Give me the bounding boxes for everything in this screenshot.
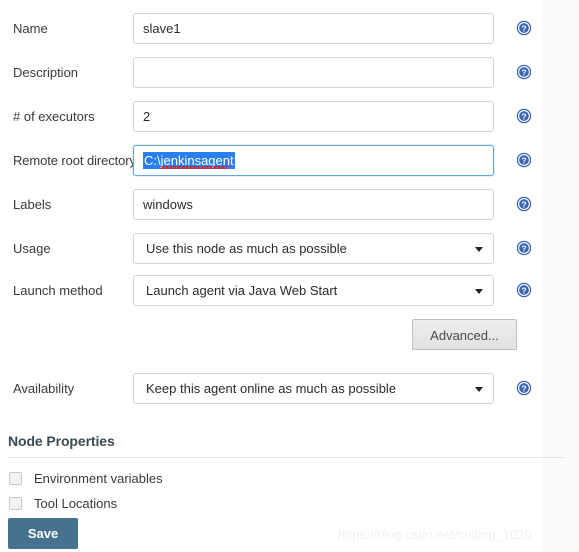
executors-input[interactable]: [133, 101, 494, 132]
help-icon-usage[interactable]: ?: [516, 240, 532, 256]
field-wrapper-labels: [133, 189, 494, 220]
field-wrapper-launch-method: Launch agent via Java Web Start: [133, 275, 494, 306]
field-wrapper-description: [133, 57, 494, 88]
svg-text:?: ?: [521, 111, 526, 121]
watermark-text: https://blog.csdn.net/cuiting_1020: [338, 527, 532, 542]
environment-variables-checkbox[interactable]: [9, 472, 22, 485]
name-input[interactable]: [133, 13, 494, 44]
form-row-labels: Labels: [0, 189, 543, 220]
save-button[interactable]: Save: [8, 518, 78, 549]
field-wrapper-remote-root-directory: C:\jenkinsagent: [133, 145, 494, 176]
form-row-launch-method: Launch method Launch agent via Java Web …: [0, 275, 543, 306]
form-row-executors: # of executors: [0, 101, 543, 132]
help-icon-remote-root-directory[interactable]: ?: [516, 152, 532, 168]
help-icon-availability[interactable]: ?: [516, 380, 532, 396]
advanced-button[interactable]: Advanced...: [412, 319, 517, 350]
field-wrapper-availability: Keep this agent online as much as possib…: [133, 373, 494, 404]
section-divider: [8, 457, 565, 458]
label-launch-method: Launch method: [13, 282, 103, 298]
help-icon-executors[interactable]: ?: [516, 108, 532, 124]
svg-text:?: ?: [521, 383, 526, 393]
label-description: Description: [13, 64, 79, 80]
checkbox-row-environment-variables[interactable]: Environment variables: [9, 471, 163, 486]
label-remote-root-directory: Remote root directory: [13, 152, 136, 168]
tool-locations-checkbox[interactable]: [9, 497, 22, 510]
svg-text:?: ?: [521, 243, 526, 253]
label-availability: Availability: [13, 380, 75, 396]
svg-text:?: ?: [521, 67, 526, 77]
node-properties-title: Node Properties: [8, 433, 115, 449]
help-icon-description[interactable]: ?: [516, 64, 532, 80]
page-right-edge: [543, 0, 579, 552]
usage-select[interactable]: Use this node as much as possible: [133, 233, 494, 264]
chevron-down-icon: [475, 246, 483, 252]
help-icon-launch-method[interactable]: ?: [516, 282, 532, 298]
environment-variables-label: Environment variables: [34, 471, 163, 486]
form-row-name: Name: [0, 13, 543, 44]
svg-text:?: ?: [521, 199, 526, 209]
label-usage: Usage: [13, 240, 51, 256]
field-wrapper-name: [133, 13, 494, 44]
field-wrapper-usage: Use this node as much as possible: [133, 233, 494, 264]
form-row-remote-root-directory: Remote root directory C:\jenkinsagent: [0, 145, 543, 176]
availability-select-value: Keep this agent online as much as possib…: [146, 381, 397, 396]
node-configuration-form: Name ? Description ? # of executors: [0, 0, 565, 552]
label-labels: Labels: [13, 196, 52, 212]
selected-text-wrapper: C:\jenkinsagent: [143, 152, 235, 169]
spellcheck-underline-icon: [161, 166, 227, 169]
label-name: Name: [13, 20, 48, 36]
launch-method-select-value: Launch agent via Java Web Start: [146, 283, 338, 298]
chevron-down-icon: [475, 288, 483, 294]
tool-locations-label: Tool Locations: [34, 496, 118, 511]
chevron-down-icon: [475, 386, 483, 392]
form-row-availability: Availability Keep this agent online as m…: [0, 373, 543, 404]
help-icon-labels[interactable]: ?: [516, 196, 532, 212]
svg-text:?: ?: [521, 285, 526, 295]
launch-method-select[interactable]: Launch agent via Java Web Start: [133, 275, 494, 306]
labels-input[interactable]: [133, 189, 494, 220]
checkbox-row-tool-locations[interactable]: Tool Locations: [9, 496, 117, 511]
availability-select[interactable]: Keep this agent online as much as possib…: [133, 373, 494, 404]
svg-text:?: ?: [521, 155, 526, 165]
help-icon-name[interactable]: ?: [516, 20, 532, 36]
label-executors: # of executors: [13, 108, 95, 124]
form-row-usage: Usage Use this node as much as possible: [0, 233, 543, 264]
description-input[interactable]: [133, 57, 494, 88]
usage-select-value: Use this node as much as possible: [146, 241, 347, 256]
svg-text:?: ?: [521, 23, 526, 33]
form-row-description: Description: [0, 57, 543, 88]
field-wrapper-executors: [133, 101, 494, 132]
